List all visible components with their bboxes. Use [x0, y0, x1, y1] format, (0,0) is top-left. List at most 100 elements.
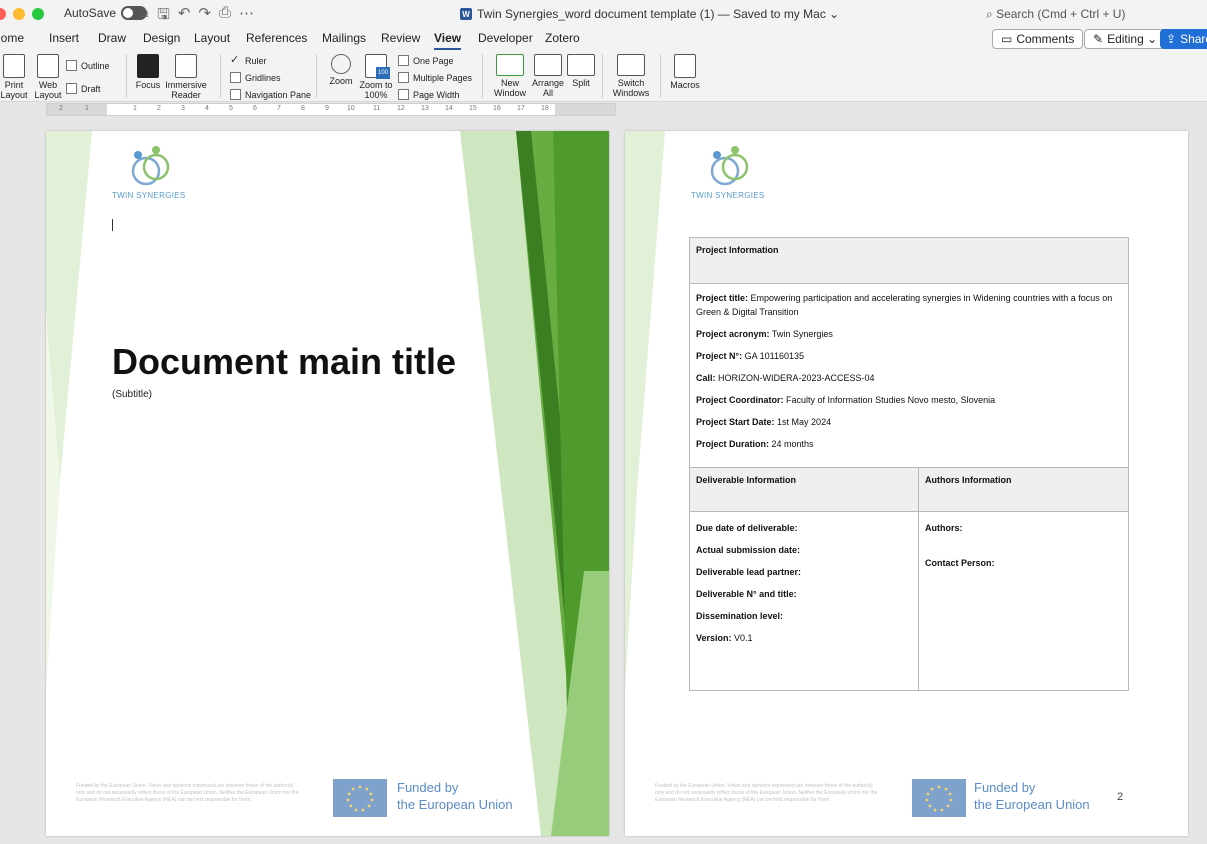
deliverable-field[interactable]: Deliverable N° and title:	[696, 588, 912, 601]
autosave-control[interactable]: AutoSave	[64, 6, 148, 20]
macros-label: Macros	[670, 80, 700, 90]
outline-button[interactable]: Outline	[66, 60, 110, 71]
project-details: Project title: Empowering participation …	[690, 284, 1128, 468]
tab-design[interactable]: Design	[143, 31, 180, 45]
deliverable-authors-row: Deliverable Information Due date of deli…	[690, 468, 1128, 690]
minimize-window-button[interactable]	[13, 8, 25, 20]
split-button[interactable]: Split	[566, 54, 596, 88]
zoom-button[interactable]: Zoom	[324, 54, 358, 86]
project-field[interactable]: Project title: Empowering participation …	[696, 291, 1122, 319]
macros-button[interactable]: Macros	[666, 54, 704, 90]
ruler-mark: 12	[397, 105, 405, 112]
web-layout-button[interactable]: Web Layout	[32, 54, 64, 100]
web-layout-label: Web Layout	[34, 80, 62, 100]
document-title[interactable]: W Twin Synergies_word document template …	[460, 7, 839, 21]
arrange-all-button[interactable]: Arrange All	[530, 54, 566, 98]
ribbon-divider	[126, 54, 127, 98]
split-label: Split	[572, 78, 590, 88]
text-cursor	[112, 219, 113, 231]
quick-access-toolbar: ⌂ 🖫 ↶ ↷ ⎙ ⋯	[140, 4, 254, 29]
ruler-right-margin	[555, 104, 615, 115]
tab-zotero[interactable]: Zotero	[545, 31, 580, 45]
deliverable-field[interactable]: Actual submission date:	[696, 544, 912, 557]
outline-label: Outline	[81, 60, 110, 71]
project-field[interactable]: Project N°: GA 101160135	[696, 349, 1122, 363]
switch-windows-label: Switch Windows	[612, 78, 650, 98]
switch-windows-button[interactable]: Switch Windows	[608, 54, 654, 98]
print-icon[interactable]: ⎙	[219, 4, 231, 29]
zoom-window-button[interactable]	[32, 8, 44, 20]
navigation-pane-label: Navigation Pane	[245, 89, 312, 100]
project-field[interactable]: Project Coordinator: Faculty of Informat…	[696, 393, 1122, 407]
tab-developer[interactable]: Developer	[478, 31, 533, 45]
ruler-mark: 2	[59, 105, 63, 112]
ribbon-divider	[316, 54, 317, 98]
ruler-mark: 15	[469, 105, 477, 112]
comments-button[interactable]: ▭ Comments	[992, 29, 1084, 49]
save-icon[interactable]: 🖫	[157, 4, 170, 29]
project-field[interactable]: Project Start Date: 1st May 2024	[696, 415, 1122, 429]
document-subtitle[interactable]: (Subtitle)	[112, 389, 152, 400]
deliverable-field[interactable]: Version: V0.1	[696, 632, 912, 645]
immersive-reader-button[interactable]: Immersive Reader	[164, 54, 208, 100]
editing-mode-button[interactable]: ✎ Editing ⌄	[1084, 29, 1167, 49]
navigation-pane-checkbox[interactable]: Navigation Pane	[230, 89, 311, 100]
horizontal-ruler[interactable]: 2 1 1 2 3 4 5 6 7 8 9 10 11 12 13 14 15 …	[46, 103, 616, 116]
redo-icon[interactable]: ↷	[198, 4, 211, 29]
undo-icon[interactable]: ↶	[178, 4, 191, 29]
more-icon[interactable]: ⋯	[239, 4, 254, 29]
focus-button[interactable]: Focus	[132, 54, 164, 90]
pencil-icon: ✎	[1093, 32, 1104, 46]
ruler-checkbox[interactable]: ✓ Ruler	[230, 55, 267, 66]
ruler-mark: 8	[301, 105, 305, 112]
document-page-1[interactable]: TWIN SYNERGIES Document main title (Subt…	[46, 131, 609, 836]
zoom-100-button[interactable]: Zoom to 100%	[358, 54, 394, 100]
authors-info-cell: Authors Information Authors: Contact Per…	[919, 468, 1128, 690]
ribbon-divider	[220, 54, 221, 98]
new-window-button[interactable]: New Window	[490, 54, 530, 98]
tab-view[interactable]: View	[434, 31, 462, 50]
contact-person-field[interactable]: Contact Person:	[925, 557, 1122, 570]
draft-label: Draft	[81, 83, 101, 94]
ruler-mark: 16	[493, 105, 501, 112]
deliverable-field[interactable]: Due date of deliverable:	[696, 522, 912, 535]
home-icon[interactable]: ⌂	[140, 4, 149, 29]
draft-button[interactable]: Draft	[66, 83, 101, 94]
document-main-title[interactable]: Document main title	[112, 341, 456, 383]
gridlines-checkbox[interactable]: Gridlines	[230, 72, 281, 83]
page-width-button[interactable]: Page Width	[398, 89, 460, 100]
project-field[interactable]: Project Duration: 24 months	[696, 437, 1122, 451]
print-layout-icon	[3, 54, 25, 78]
comments-label: Comments	[1016, 32, 1075, 46]
tab-draw[interactable]: Draw	[98, 31, 126, 45]
tab-home[interactable]: Home	[0, 31, 24, 45]
deliverable-field[interactable]: Deliverable lead partner:	[696, 566, 912, 579]
tab-references[interactable]: References	[246, 31, 307, 45]
logo-text: TWIN SYNERGIES	[112, 191, 186, 200]
macros-icon	[674, 54, 696, 78]
share-button[interactable]: ⇪ Share	[1160, 29, 1207, 49]
close-window-button[interactable]	[0, 8, 6, 20]
tab-layout[interactable]: Layout	[194, 31, 230, 45]
project-info-header: Project Information	[690, 238, 1128, 284]
tab-review[interactable]: Review	[381, 31, 420, 45]
funding-disclaimer: Funded by the European Union. Views and …	[76, 783, 299, 803]
deliverable-info-header: Deliverable Information	[690, 468, 918, 512]
print-layout-button[interactable]: Print Layout	[0, 54, 32, 100]
deliverable-field[interactable]: Dissemination level:	[696, 610, 912, 623]
tab-mailings[interactable]: Mailings	[322, 31, 366, 45]
new-window-label: New Window	[493, 78, 526, 98]
multiple-pages-button[interactable]: Multiple Pages	[398, 72, 472, 83]
one-page-button[interactable]: One Page	[398, 55, 454, 66]
ruler-mark: 11	[373, 105, 381, 112]
tab-insert[interactable]: Insert	[49, 31, 79, 45]
document-page-2[interactable]: TWIN SYNERGIES Project Information Proje…	[625, 131, 1188, 836]
authors-details: Authors: Contact Person:	[919, 512, 1128, 690]
project-field[interactable]: Project acronym: Twin Synergies	[696, 327, 1122, 341]
search-field[interactable]: ⌕ Search (Cmd + Ctrl + U)	[986, 7, 1125, 22]
project-field[interactable]: Call: HORIZON-WIDERA-2023-ACCESS-04	[696, 371, 1122, 385]
ruler-left-margin	[47, 104, 107, 115]
share-label: Share	[1180, 32, 1207, 46]
eu-funding-label: Funded by the European Union	[974, 779, 1090, 813]
authors-field[interactable]: Authors:	[925, 522, 1122, 535]
